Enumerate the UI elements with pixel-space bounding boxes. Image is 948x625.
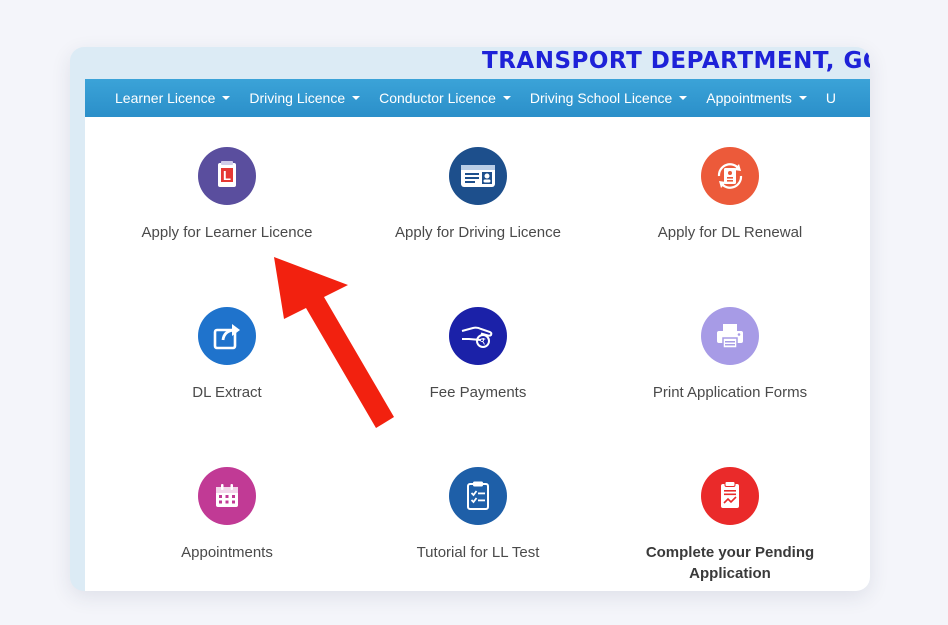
caret-down-icon <box>679 96 688 100</box>
learner-licence-icon: L <box>198 147 256 205</box>
service-label: Fee Payments <box>429 384 527 401</box>
service-label: Complete your Pending Application <box>645 544 815 582</box>
nav-learner-licence[interactable]: Learner Licence <box>115 90 231 106</box>
service-label: Apply for DL Renewal <box>657 224 803 241</box>
service-apply-learner-licence[interactable]: L Apply for Learner Licence <box>102 147 352 243</box>
svg-text:L: L <box>223 168 231 183</box>
service-fee-payments[interactable]: ₹ Fee Payments <box>353 307 603 403</box>
pending-application-icon <box>701 467 759 525</box>
driving-licence-card-icon <box>449 147 507 205</box>
service-label: Appointments <box>181 544 273 561</box>
main-navbar: Learner Licence Driving Licence Conducto… <box>85 79 870 117</box>
service-dl-extract[interactable]: DL Extract <box>102 307 352 403</box>
renewal-icon <box>701 147 759 205</box>
nav-driving-school-licence[interactable]: Driving School Licence <box>529 90 688 106</box>
caret-down-icon <box>798 96 807 100</box>
nav-conductor-licence[interactable]: Conductor Licence <box>379 90 511 106</box>
checklist-icon <box>449 467 507 525</box>
services-grid: L Apply for Learner Licence Apply for Dr… <box>85 117 870 591</box>
service-label: Tutorial for LL Test <box>416 544 540 561</box>
nav-label: Driving School Licence <box>529 90 673 106</box>
nav-label: Learner Licence <box>115 90 216 106</box>
nav-label: U <box>825 90 837 106</box>
nav-appointments[interactable]: Appointments <box>706 90 807 106</box>
service-appointments[interactable]: Appointments <box>102 467 352 563</box>
service-tutorial-ll-test[interactable]: Tutorial for LL Test <box>353 467 603 563</box>
service-label: DL Extract <box>192 384 262 401</box>
service-print-application-forms[interactable]: Print Application Forms <box>605 307 855 403</box>
browser-card: TRANSPORT DEPARTMENT, GOV Learner Licenc… <box>70 47 870 591</box>
service-apply-driving-licence[interactable]: Apply for Driving Licence <box>353 147 603 243</box>
caret-down-icon <box>222 96 231 100</box>
fee-payment-icon: ₹ <box>449 307 507 365</box>
service-label: Apply for Learner Licence <box>141 224 313 241</box>
nav-driving-licence[interactable]: Driving Licence <box>249 90 361 106</box>
nav-label: Appointments <box>706 90 792 106</box>
service-complete-pending-application[interactable]: Complete your Pending Application <box>605 467 855 584</box>
nav-more[interactable]: U <box>826 90 836 106</box>
printer-icon <box>701 307 759 365</box>
nav-label: Conductor Licence <box>379 90 496 106</box>
share-extract-icon <box>198 307 256 365</box>
nav-label: Driving Licence <box>249 90 346 106</box>
calendar-icon <box>198 467 256 525</box>
caret-down-icon <box>502 96 511 100</box>
caret-down-icon <box>352 96 361 100</box>
svg-text:₹: ₹ <box>480 338 486 348</box>
service-label: Print Application Forms <box>652 384 808 401</box>
page-title: TRANSPORT DEPARTMENT, GOV <box>482 48 870 74</box>
service-label: Apply for Driving Licence <box>395 224 561 241</box>
service-apply-dl-renewal[interactable]: Apply for DL Renewal <box>605 147 855 243</box>
